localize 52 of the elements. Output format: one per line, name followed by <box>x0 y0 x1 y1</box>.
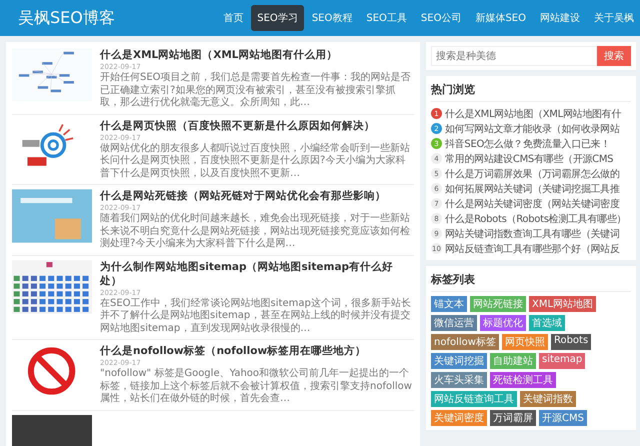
popular-link[interactable]: 抖音SEO怎么做？免费流量入口已来！ <box>445 136 610 150</box>
tag-link[interactable]: 死链检测工具 <box>490 372 556 388</box>
article-title[interactable]: 什么是网页快照（百度快照不更新是什么原因如何解决） <box>100 118 414 132</box>
article-title[interactable]: 什么是nofollow标签（nofollow标签用在哪些地方） <box>100 344 414 358</box>
article-excerpt: 在SEO工作中，我们经常谈论网站地图sitemap这个词，很多新手站长并不了解什么是网站地图sitemap，甚至在网站上线的时候并没有提交网站地图sitemap，直到发现网站收录很慢的… <box>100 298 412 335</box>
article-excerpt: 开始任何SEO项目之前，我们总是需要首先检查一件事：我的网站是否已正确建立索引?如果您的网页没有被索引，甚至没有被搜索引擎抓取，那么进行优化就毫无意义。众所周知，此… <box>100 72 412 110</box>
tag-link[interactable]: 网页快照 <box>502 334 548 350</box>
tag-link[interactable]: 开源CMS <box>539 410 587 426</box>
popular-link[interactable]: 什么是万词霸屏效果（万词霸屏怎么做的 <box>445 166 620 180</box>
tag-link[interactable]: sitemap <box>539 353 586 369</box>
tag-link[interactable]: 关键词挖掘 <box>431 353 487 369</box>
nav-tab[interactable]: SEO教程 <box>306 5 358 31</box>
nav-tab[interactable]: 首页 <box>217 5 250 31</box>
popular-link[interactable]: 什么是Robots（Robots检测工具有哪些） <box>445 212 626 226</box>
popular-link[interactable]: 如何拓展网站关键词（关键词挖掘工具推 <box>445 182 620 196</box>
tag-link[interactable]: 火车头采集 <box>431 372 487 388</box>
nav-tab[interactable]: 关于吴枫 <box>588 5 640 31</box>
tag-link[interactable]: 锚文本 <box>431 296 467 312</box>
section-title: 标签列表 <box>431 270 631 292</box>
article-excerpt: 随着我们网站的优化时间越来越长，难免会出现死链接，对于一些新站长来说不明白究竟什么是网站死链接，网站出现死链接究竟应该如何检测处理?今天小编来为大家科普下什么是网… <box>100 213 411 250</box>
popular-link[interactable]: 网站反链查询工具有哪些那个好（网站反 <box>445 242 620 256</box>
popular-link[interactable]: 网站关键词指数查询工具有哪些（关键词 <box>445 226 620 240</box>
article-title[interactable]: 什么是XML网站地图（XML网站地图有什么用） <box>100 48 414 62</box>
search-field[interactable]: 搜索是种美德 <box>431 46 597 66</box>
tag-link[interactable]: 微信运营 <box>431 315 477 331</box>
article-title[interactable]: 为什么制作网站地图sitemap（网站地图sitemap有什么好处） <box>100 260 414 288</box>
tag-link[interactable]: 万词霸屏 <box>490 410 536 426</box>
nav-tab[interactable]: SEO工具 <box>360 5 413 31</box>
popular-link[interactable]: 常用的网站建设CMS有哪些（开源CMS <box>445 152 614 166</box>
tag-link[interactable]: XML网站地图 <box>529 296 596 312</box>
popular-link[interactable]: 如何写网站文章才能收录（如何收录网站 <box>445 122 620 136</box>
popular-link[interactable]: 什么是XML网站地图（XML网站地图有什 <box>445 106 622 120</box>
tag-link[interactable]: nofollow标签 <box>431 334 499 350</box>
tag-link[interactable]: 网站死链接 <box>470 296 526 312</box>
tag-link[interactable]: 关键词密度 <box>431 410 487 426</box>
search-button[interactable]: 搜索 <box>597 46 631 66</box>
popular-link[interactable]: 什么是网站关键词密度（网站关键词密度 <box>445 196 620 210</box>
nav-tab[interactable]: 新媒体SEO <box>469 5 532 31</box>
tag-link[interactable]: 首选域 <box>529 315 565 331</box>
section-title: 热门浏览 <box>431 80 631 102</box>
article-title[interactable]: 什么是网站死链接（网站死链对于网站优化会有那些影响） <box>100 189 414 203</box>
nav-tab[interactable]: SEO学习 <box>251 5 304 31</box>
tag-link[interactable]: 网站反链查询工具 <box>431 391 517 407</box>
site-logo[interactable]: 吴枫SEO博客 <box>18 8 218 28</box>
tag-link[interactable]: 标题优化 <box>480 315 526 331</box>
article-excerpt: 做网站优化的朋友很多人都听说过百度快照，小编经常会听到一些新站长问什么是网页快照，百度快照不更新是什么原因?今天小编为大家科普下什么是网页快照，以及百度快照不更新… <box>100 142 411 180</box>
nav-tab[interactable]: 网站建设 <box>534 5 586 31</box>
article-excerpt: "nofollow" 标签是Google、Yahoo和微软公司前几年一起提出的一个标签，链接加上这个标签后就不会被计算权值，搜索引擎支持nofollow属性，站长们在做外链的时候，首先会查… <box>100 368 413 406</box>
tag-link[interactable]: Robots <box>550 334 592 350</box>
tag-link[interactable]: 自助建站 <box>490 353 536 369</box>
tag-link[interactable]: 关键词指数 <box>520 391 576 407</box>
nav-tab[interactable]: SEO公司 <box>414 5 468 31</box>
